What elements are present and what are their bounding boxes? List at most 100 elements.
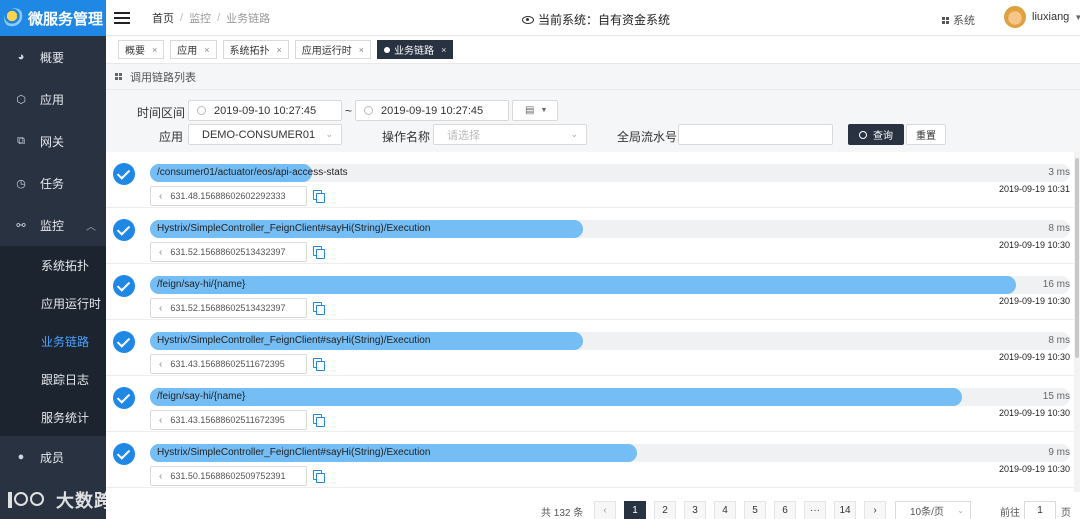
- operation-name[interactable]: Hystrix/SimpleController_FeignClient#say…: [157, 223, 430, 234]
- duration-label: 3 ms: [1048, 167, 1070, 178]
- app-select[interactable]: DEMO-CONSUMER01 ⌄: [188, 124, 342, 145]
- close-icon[interactable]: ×: [277, 45, 282, 55]
- list-scrollbar[interactable]: [1074, 152, 1080, 492]
- operation-name[interactable]: /feign/say-hi/{name}: [157, 391, 245, 402]
- date-picker-button[interactable]: ▤ ▼: [512, 100, 558, 121]
- copy-icon[interactable]: [313, 302, 325, 315]
- operation-name[interactable]: /feign/say-hi/{name}: [157, 279, 245, 290]
- operation-name[interactable]: Hystrix/SimpleController_FeignClient#say…: [157, 335, 430, 346]
- page-button[interactable]: 4: [714, 501, 736, 519]
- chevron-down-icon: ⌄: [957, 506, 964, 515]
- goto-page-input[interactable]: 1: [1024, 501, 1056, 519]
- trace-row[interactable]: Hystrix/SimpleController_FeignClient#say…: [106, 208, 1074, 264]
- sidebar-subitem-service-stats[interactable]: 服务统计: [0, 398, 106, 436]
- sidebar-item-overview[interactable]: ◕ 概要: [0, 36, 106, 78]
- page-size-value: 10条/页: [910, 507, 944, 518]
- checked-icon[interactable]: [113, 387, 135, 409]
- flow-no-input[interactable]: [678, 124, 833, 145]
- chevron-down-icon: ⌄: [570, 129, 578, 139]
- close-icon[interactable]: ×: [204, 45, 209, 55]
- panel-header: 调用链路列表: [106, 64, 1080, 90]
- trace-id-chip[interactable]: ‹ 631.48.15688602602292333: [150, 186, 307, 206]
- start-time-input[interactable]: 2019-09-10 10:27:45: [188, 100, 342, 121]
- sidebar-item-monitor[interactable]: ⚯ 监控 ︿: [0, 204, 106, 246]
- close-icon[interactable]: ×: [152, 45, 157, 55]
- trace-id-chip[interactable]: ‹ 631.50.15688602509752391: [150, 466, 307, 486]
- eye-icon: [522, 15, 534, 24]
- system-menu[interactable]: 系统: [942, 12, 975, 28]
- sidebar-item-apps[interactable]: ⬡ 应用: [0, 78, 106, 120]
- page-button[interactable]: 6: [774, 501, 796, 519]
- end-time-input[interactable]: 2019-09-19 10:27:45: [355, 100, 509, 121]
- page-button[interactable]: 3: [684, 501, 706, 519]
- copy-icon[interactable]: [313, 414, 325, 427]
- search-button-label: 查询: [873, 131, 893, 142]
- checked-icon[interactable]: [113, 331, 135, 353]
- search-button[interactable]: 查询: [848, 124, 904, 145]
- sidebar-subitem-runtime[interactable]: 应用运行时: [0, 284, 106, 322]
- scrollbar-thumb[interactable]: [1075, 158, 1079, 358]
- prev-page-button[interactable]: ‹: [594, 501, 616, 519]
- tab-topology[interactable]: 系统拓扑 ×: [222, 40, 289, 59]
- reset-button[interactable]: 重置: [906, 124, 946, 145]
- breadcrumb-home[interactable]: 首页: [152, 10, 174, 26]
- close-icon[interactable]: ×: [359, 45, 364, 55]
- tab-apps[interactable]: 应用 ×: [170, 40, 217, 59]
- page-button[interactable]: 14: [834, 501, 856, 519]
- trace-row[interactable]: /feign/say-hi/{name} 15 ms 2019-09-19 10:3…: [106, 376, 1074, 432]
- chevron-left-icon: ‹: [159, 358, 163, 370]
- duration-label: 8 ms: [1048, 223, 1070, 234]
- trace-row[interactable]: Hystrix/SimpleController_FeignClient#say…: [106, 320, 1074, 376]
- tab-overview[interactable]: 概要 ×: [118, 40, 165, 59]
- page-button[interactable]: 1: [624, 501, 646, 519]
- breadcrumb-monitor[interactable]: 监控: [189, 10, 211, 26]
- duration-track: [150, 276, 1070, 294]
- trace-id-chip[interactable]: ‹ 631.43.15688602511672395: [150, 354, 307, 374]
- tab-runtime[interactable]: 应用运行时 ×: [294, 40, 372, 59]
- operation-label: 操作名称: [382, 130, 431, 144]
- menu-toggle-icon[interactable]: [114, 9, 130, 27]
- trace-id-chip[interactable]: ‹ 631.52.15688602513432397: [150, 242, 307, 262]
- copy-icon[interactable]: [313, 190, 325, 203]
- timestamp: 2019-09-19 10:30: [998, 464, 1070, 474]
- sidebar-item-gateway[interactable]: ⧉ 网关: [0, 120, 106, 162]
- page-button[interactable]: 2: [654, 501, 676, 519]
- copy-icon[interactable]: [313, 358, 325, 371]
- sidebar-subitem-trace-log[interactable]: 跟踪日志: [0, 360, 106, 398]
- page-button[interactable]: 5: [744, 501, 766, 519]
- trace-id-chip[interactable]: ‹ 631.52.15688602513432397: [150, 298, 307, 318]
- timestamp: 2019-09-19 10:30: [998, 240, 1070, 250]
- copy-icon[interactable]: [313, 246, 325, 259]
- operation-select[interactable]: 请选择 ⌄: [433, 124, 587, 145]
- operation-name[interactable]: /consumer01/actuator/eos/api-access-stat…: [157, 167, 348, 178]
- operation-name[interactable]: Hystrix/SimpleController_FeignClient#say…: [157, 447, 430, 458]
- page-size-select[interactable]: 10条/页 ⌄: [895, 501, 971, 519]
- more-pages-button[interactable]: ···: [804, 501, 826, 519]
- calendar-icon: ▤: [525, 105, 535, 116]
- copy-icon[interactable]: [313, 470, 325, 483]
- sidebar-item-members[interactable]: ● 成员: [0, 436, 106, 478]
- close-icon[interactable]: ×: [441, 45, 446, 55]
- trace-row[interactable]: Hystrix/SimpleController_FeignClient#say…: [106, 432, 1074, 488]
- tab-label: 系统拓扑: [229, 46, 270, 57]
- current-system: 当前系统：自有资金系统: [522, 11, 670, 28]
- checked-icon[interactable]: [113, 163, 135, 185]
- checked-icon[interactable]: [113, 275, 135, 297]
- chevron-left-icon: ‹: [159, 190, 163, 202]
- chevron-left-icon: ‹: [603, 505, 607, 516]
- sidebar-item-label: 网关: [40, 134, 65, 149]
- trace-id-chip[interactable]: ‹ 631.43.15688602511672395: [150, 410, 307, 430]
- sidebar-subitem-topology[interactable]: 系统拓扑: [0, 246, 106, 284]
- checked-icon[interactable]: [113, 443, 135, 465]
- app-logo[interactable]: 微服务管理: [0, 0, 106, 36]
- trace-row[interactable]: /consumer01/actuator/eos/api-access-stat…: [106, 152, 1074, 208]
- tab-trace-chain[interactable]: 业务链路 ×: [377, 40, 454, 59]
- goto-label: 前往: [1000, 508, 1020, 519]
- sidebar-item-tasks[interactable]: ◷ 任务: [0, 162, 106, 204]
- next-page-button[interactable]: ›: [864, 501, 886, 519]
- checked-icon[interactable]: [113, 219, 135, 241]
- trace-row[interactable]: /feign/say-hi/{name} 16 ms 2019-09-19 10:3…: [106, 264, 1074, 320]
- caret-down-icon: ▼: [540, 107, 548, 114]
- sidebar-subitem-trace-chain[interactable]: 业务链路: [0, 322, 106, 360]
- user-menu[interactable]: liuxiang ▼: [1004, 6, 1080, 28]
